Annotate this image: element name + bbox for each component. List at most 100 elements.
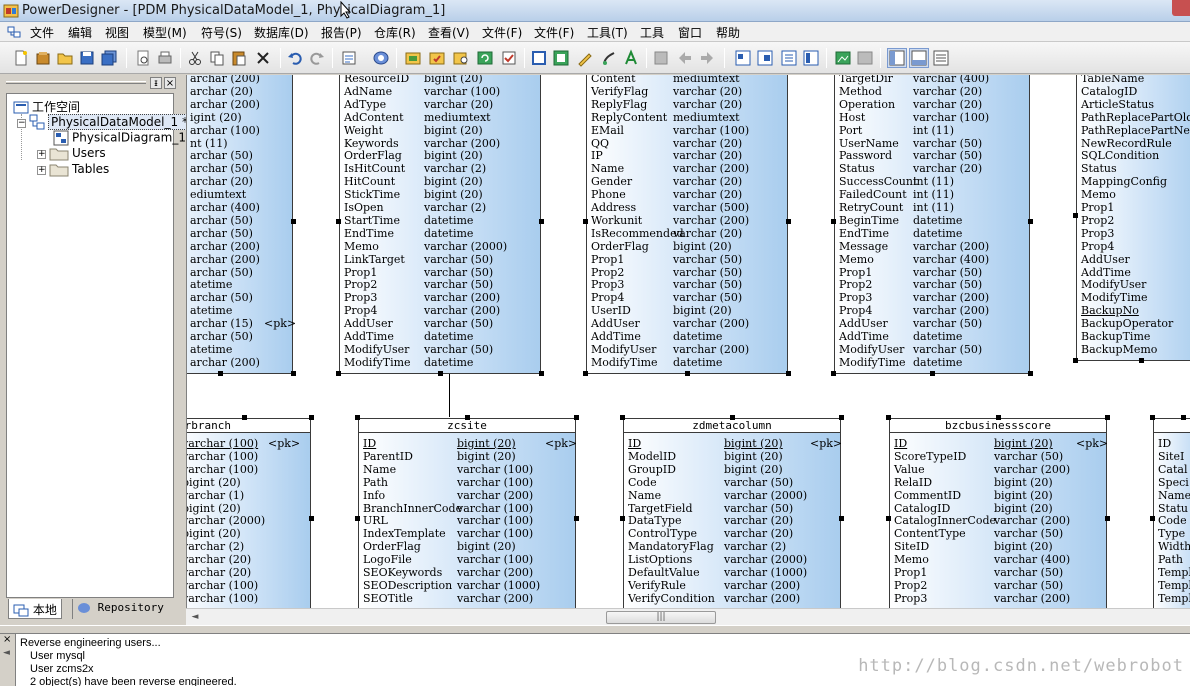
table-entity-b1[interactable]: erbranchvarchar (100)<pk>varchar (100)va… <box>186 418 311 608</box>
table-column-row[interactable]: ID bigint (20) <pk> <box>624 437 840 450</box>
selection-handle[interactable] <box>1150 415 1155 420</box>
table-column-row[interactable]: CommentID bigint (20) <box>890 489 1106 502</box>
table-column-row[interactable]: Name varchar (100) <box>359 463 575 476</box>
selection-handle[interactable] <box>539 371 544 376</box>
table-column-row[interactable]: Host varchar (100) <box>835 111 1029 124</box>
table-column-row[interactable]: ListOptions varchar (2000) <box>624 553 840 566</box>
table-column-row[interactable]: BackupNo <box>1077 304 1190 317</box>
redo-icon[interactable] <box>308 49 326 67</box>
arrow-left-icon[interactable] <box>676 49 694 67</box>
selection-handle[interactable] <box>539 219 544 224</box>
table-column-row[interactable]: AddTime datetime <box>340 330 540 343</box>
tree-item-tables[interactable]: Tables <box>49 162 109 177</box>
table-column-row[interactable]: Memo varchar (400) <box>835 253 1029 266</box>
menu-item-database[interactable]: 数据库(D) <box>254 24 309 41</box>
selection-handle[interactable] <box>839 415 844 420</box>
table-column-row[interactable]: varchar (20) <box>186 566 310 579</box>
table-column-row[interactable]: Memo <box>1077 188 1190 201</box>
tab-local[interactable]: 本地 <box>8 599 62 619</box>
selection-handle[interactable] <box>218 371 223 376</box>
selection-handle[interactable] <box>620 516 625 521</box>
selection-handle[interactable] <box>291 219 296 224</box>
selection-handle[interactable] <box>930 371 935 376</box>
table-column-row[interactable]: ModifyUser varchar (200) <box>587 343 787 356</box>
table-column-row[interactable]: atetime <box>186 343 292 356</box>
table-column-row[interactable]: Name varchar (200) <box>587 162 787 175</box>
table-column-row[interactable]: DefaultValue varchar (1000) <box>624 566 840 579</box>
selection-handle[interactable] <box>355 516 360 521</box>
table-column-row[interactable]: IsOpen varchar (2) <box>340 201 540 214</box>
table-column-row[interactable]: LogoFile varchar (100) <box>359 553 575 566</box>
table-column-row[interactable]: Prop4 <box>1077 240 1190 253</box>
table-column-row[interactable]: Prop2 varchar (50) <box>890 579 1106 592</box>
align-icon[interactable] <box>652 49 670 67</box>
selection-handle[interactable] <box>831 219 836 224</box>
table-column-row[interactable]: AddUser varchar (200) <box>587 317 787 330</box>
table-column-row[interactable]: ModifyUser varchar (50) <box>340 343 540 356</box>
table-column-row[interactable]: VerifyFlag varchar (20) <box>587 85 787 98</box>
table-column-row[interactable]: Memo varchar (400) <box>890 553 1106 566</box>
table-column-row[interactable]: Prop1 varchar (50) <box>890 566 1106 579</box>
selection-handle[interactable] <box>438 371 443 376</box>
save-all-icon[interactable] <box>100 49 118 67</box>
diagram-view-3-icon[interactable] <box>780 49 798 67</box>
table-column-row[interactable]: Method varchar (20) <box>835 85 1029 98</box>
close-panel-button[interactable]: × <box>164 77 176 89</box>
table-column-row[interactable]: ID bigint (20) <pk> <box>890 437 1106 450</box>
table-column-row[interactable]: StickTime bigint (20) <box>340 188 540 201</box>
table-column-row[interactable]: OrderFlag bigint (20) <box>359 540 575 553</box>
table-column-row[interactable]: TargetField varchar (50) <box>624 502 840 515</box>
table-column-row[interactable]: ContentType varchar (50) <box>890 527 1106 540</box>
menu-item-model[interactable]: 模型(M) <box>143 24 187 41</box>
model-search-icon[interactable] <box>452 49 470 67</box>
table-column-row[interactable]: archar (200) <box>186 75 292 85</box>
selection-handle[interactable] <box>583 219 588 224</box>
table-column-row[interactable]: nt (11) <box>186 137 292 150</box>
selection-handle[interactable] <box>1105 415 1110 420</box>
menu-item-tools-t[interactable]: 工具(T) <box>587 24 628 41</box>
window-icon[interactable] <box>530 49 548 67</box>
model-checkin-icon[interactable] <box>428 49 446 67</box>
tree-item-workspace[interactable]: 工作空间 <box>13 98 80 116</box>
arrow-right-icon[interactable] <box>698 49 716 67</box>
table-column-row[interactable]: ControlType varchar (20) <box>624 527 840 540</box>
table-column-row[interactable]: Code <box>1154 514 1190 527</box>
table-column-row[interactable]: Port int (11) <box>835 124 1029 137</box>
window-close-button[interactable] <box>1172 0 1190 16</box>
table-column-row[interactable]: Weight bigint (20) <box>340 124 540 137</box>
table-column-row[interactable]: EndTime datetime <box>340 227 540 240</box>
table-column-row[interactable]: Status varchar (20) <box>835 162 1029 175</box>
table-column-row[interactable]: ArticleStatus <box>1077 98 1190 111</box>
selection-handle[interactable] <box>465 415 470 420</box>
table-column-row[interactable]: archar (20) <box>186 85 292 98</box>
table-column-row[interactable]: Prop2 varchar (50) <box>587 266 787 279</box>
table-column-row[interactable]: GroupID bigint (20) <box>624 463 840 476</box>
table-column-row[interactable]: VerifyCondition varchar (200) <box>624 592 840 605</box>
table-column-row[interactable]: varchar (100) <pk> <box>186 437 310 450</box>
table-entity-b4[interactable]: bzcbusinessscore ID bigint (20) <pk> ScoreTy… <box>889 418 1107 608</box>
table-column-row[interactable]: QQ varchar (20) <box>587 137 787 150</box>
table-column-row[interactable]: RetryCount int (11) <box>835 201 1029 214</box>
table-column-row[interactable]: archar (200) <box>186 253 292 266</box>
table-column-row[interactable]: ediumtext <box>186 188 292 201</box>
table-column-row[interactable]: Prop4 varchar (200) <box>340 304 540 317</box>
selection-handle[interactable] <box>291 371 296 376</box>
table-column-row[interactable]: Code varchar (50) <box>624 476 840 489</box>
table-column-row[interactable]: AddTime <box>1077 266 1190 279</box>
table-column-row[interactable]: Prop2 varchar (50) <box>835 278 1029 291</box>
table-column-row[interactable]: Width <box>1154 540 1190 553</box>
table-column-row[interactable]: Statu <box>1154 502 1190 515</box>
table-column-row[interactable]: Content mediumtext <box>587 75 787 85</box>
tree-item-model[interactable]: PhysicalDataModel_1 * <box>29 114 191 130</box>
table-column-row[interactable]: varchar (2000) <box>186 514 310 527</box>
table-column-row[interactable]: EMail varchar (100) <box>587 124 787 137</box>
table-column-row[interactable]: varchar (100) <box>186 450 310 463</box>
table-column-row[interactable]: Prop2 varchar (50) <box>340 278 540 291</box>
table-column-row[interactable]: AdName varchar (100) <box>340 85 540 98</box>
table-entity-t4[interactable]: TargetDir varchar (400) Method varchar (20)… <box>834 75 1030 374</box>
table-column-row[interactable]: IsRecommended varchar (20) <box>587 227 787 240</box>
table-column-row[interactable]: archar (50) <box>186 291 292 304</box>
close-output-icon[interactable]: × <box>3 634 11 645</box>
table-column-row[interactable]: IndexTemplate varchar (100) <box>359 527 575 540</box>
table-column-row[interactable]: ID <box>1154 437 1190 450</box>
